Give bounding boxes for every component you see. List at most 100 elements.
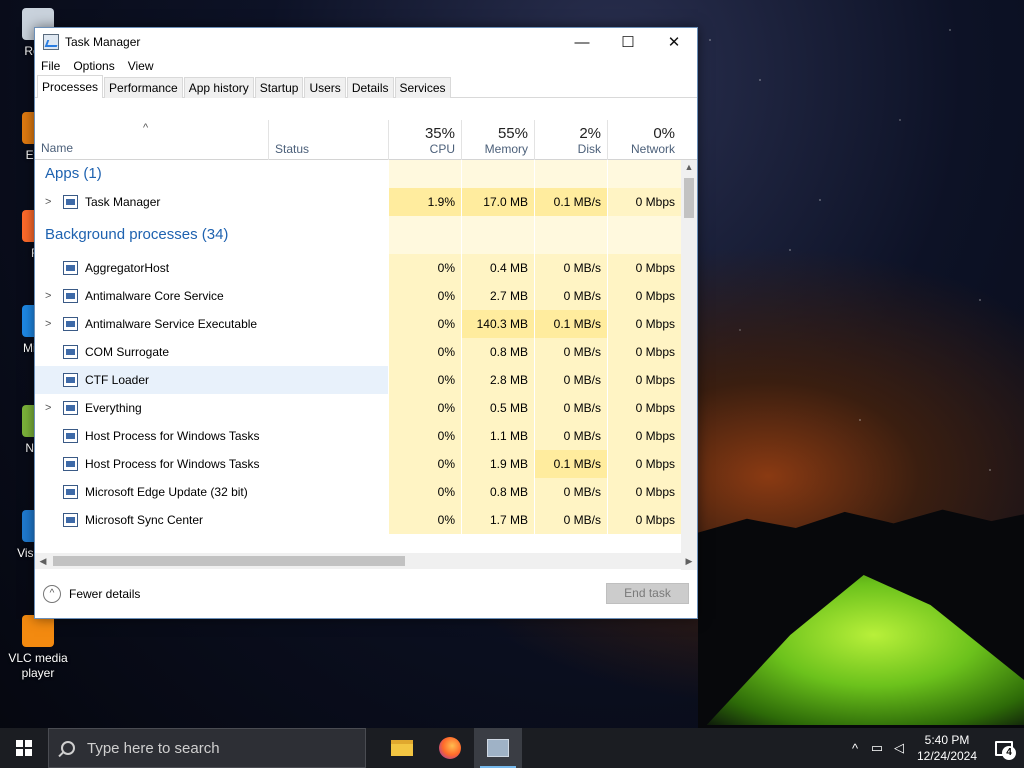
cpu-cell: 0% [388,478,461,506]
column-header-cpu[interactable]: 35% CPU [388,120,461,160]
cpu-cell: 0% [388,394,461,422]
sort-arrow-icon: ^ [143,122,149,134]
network-cell: 0 Mbps [607,478,681,506]
process-name: COM Surrogate [85,345,170,359]
group-header-background[interactable]: Background processes (34) [35,216,681,254]
cpu-cell: 0% [388,506,461,534]
process-icon [63,429,78,443]
column-header-status[interactable]: Status [268,120,388,160]
cpu-cell: 1.9% [388,188,461,216]
network-cell: 0 Mbps [607,188,681,216]
folder-icon [391,740,413,756]
table-row[interactable]: COM Surrogate 0% 0.8 MB 0 MB/s 0 Mbps [35,338,681,366]
fewer-details-button[interactable]: ^ Fewer details [43,585,140,603]
process-name: Antimalware Service Executable [85,317,258,331]
network-cell: 0 Mbps [607,338,681,366]
process-icon [63,345,78,359]
disk-cell: 0.1 MB/s [534,450,607,478]
fewer-details-label: Fewer details [69,587,141,601]
action-center-button[interactable]: 4 [984,728,1024,768]
scroll-right-icon[interactable]: ▶ [681,553,697,569]
column-header-network[interactable]: 0% Network [607,120,681,160]
process-icon [63,289,78,303]
desktop-icon[interactable]: VLC media player [4,615,72,681]
process-name: Host Process for Windows Tasks [85,429,260,443]
network-cell: 0 Mbps [607,422,681,450]
vertical-scrollbar[interactable]: ▲ ▼ [681,160,697,570]
show-hidden-icons-chevron-icon[interactable]: ^ [844,741,866,756]
cpu-cell: 0% [388,282,461,310]
expand-chevron-icon[interactable]: > [45,394,51,422]
table-row[interactable]: > Antimalware Core Service 0% 2.7 MB 0 MB/s 0… [35,282,681,310]
minimize-button[interactable]: — [559,28,605,56]
table-row[interactable]: Host Process for Windows Tasks 0% 1.1 MB 0 … [35,422,681,450]
table-row[interactable]: Microsoft Edge Update (32 bit) 0% 0.8 MB 0 … [35,478,681,506]
table-row[interactable]: Host Process for Windows Tasks 0% 1.9 MB 0.… [35,450,681,478]
taskbar-search-box[interactable]: Type here to search [48,728,366,768]
process-name: Microsoft Edge Update (32 bit) [85,485,248,499]
taskbar: Type here to search ^ ▭ ◁ 5:40 PM 12/24/… [0,728,1024,768]
end-task-button[interactable]: End task [606,583,689,604]
search-placeholder: Type here to search [87,739,220,757]
windows-logo-icon [16,740,32,756]
process-name: Microsoft Sync Center [85,513,204,527]
taskbar-file-explorer[interactable] [378,728,426,768]
network-cell: 0 Mbps [607,450,681,478]
tab-processes[interactable]: Processes [37,75,104,98]
volume-muted-icon[interactable]: ◁ [888,740,910,756]
cpu-cell: 0% [388,422,461,450]
table-row[interactable]: Microsoft Sync Center 0% 1.7 MB 0 MB/s 0 Mbp… [35,506,681,534]
network-icon[interactable]: ▭ [866,740,888,756]
vertical-scroll-thumb[interactable] [684,178,694,218]
cpu-cell: 0% [388,338,461,366]
table-row[interactable]: AggregatorHost 0% 0.4 MB 0 MB/s 0 Mbps [35,254,681,282]
scroll-up-icon[interactable]: ▲ [681,162,697,172]
table-row[interactable]: > Antimalware Service Executable 0% 140.3 M… [35,310,681,338]
table-row[interactable]: > Task Manager 1.9% 17.0 MB 0.1 MB/s 0 M… [35,188,681,216]
tab-startup[interactable]: Startup [254,77,304,98]
clock-time: 5:40 PM [924,733,970,747]
horizontal-scroll-thumb[interactable] [53,556,405,566]
expand-chevron-icon[interactable]: > [45,310,51,338]
taskbar-task-manager[interactable] [474,728,522,768]
task-manager-app-icon [43,34,59,50]
group-label-background: Background processes (34) [45,226,229,243]
table-row[interactable]: > Everything 0% 0.5 MB 0 MB/s 0 Mbps [35,394,681,422]
tab-services[interactable]: Services [394,77,451,98]
table-row[interactable]: CTF Loader 0% 2.8 MB 0 MB/s 0 Mbps [35,366,681,394]
network-cell: 0 Mbps [607,282,681,310]
network-label: Network [630,142,675,156]
memory-cell: 17.0 MB [461,188,534,216]
tab-performance[interactable]: Performance [104,77,183,98]
disk-cell: 0 MB/s [534,366,607,394]
window-title: Task Manager [65,35,141,49]
maximize-button[interactable]: ☐ [605,28,651,56]
menu-options[interactable]: Options [73,59,114,73]
tab-users[interactable]: Users [304,77,346,98]
menu-view[interactable]: View [128,59,154,73]
start-button[interactable] [0,728,48,768]
menu-file[interactable]: File [41,59,60,73]
close-button[interactable]: ✕ [651,28,697,56]
expand-chevron-icon[interactable]: > [45,282,51,310]
desktop-icon-label: VLC media player [8,651,68,680]
tab-strip: Processes Performance App history Startu… [35,75,697,98]
menu-bar: File Options View [35,56,697,76]
clock[interactable]: 5:40 PM 12/24/2024 [910,732,984,764]
column-header-name[interactable]: Name [41,141,73,155]
column-header-disk[interactable]: 2% Disk [534,120,607,160]
process-name: Antimalware Core Service [85,289,224,303]
process-icon [63,401,78,415]
tab-details[interactable]: Details [346,77,394,98]
group-header-apps[interactable]: Apps (1) [35,160,681,188]
process-icon [63,261,78,275]
memory-cell: 1.9 MB [461,450,534,478]
scroll-left-icon[interactable]: ◀ [35,553,51,569]
tab-app-history[interactable]: App history [183,77,254,98]
expand-chevron-icon[interactable]: > [45,188,51,216]
process-name: Everything [85,401,142,415]
horizontal-scrollbar[interactable]: ◀ ▶ [35,553,697,569]
column-header-memory[interactable]: 55% Memory [461,120,534,160]
taskbar-firefox[interactable] [426,728,474,768]
title-bar[interactable]: Task Manager — ☐ ✕ [35,28,697,56]
